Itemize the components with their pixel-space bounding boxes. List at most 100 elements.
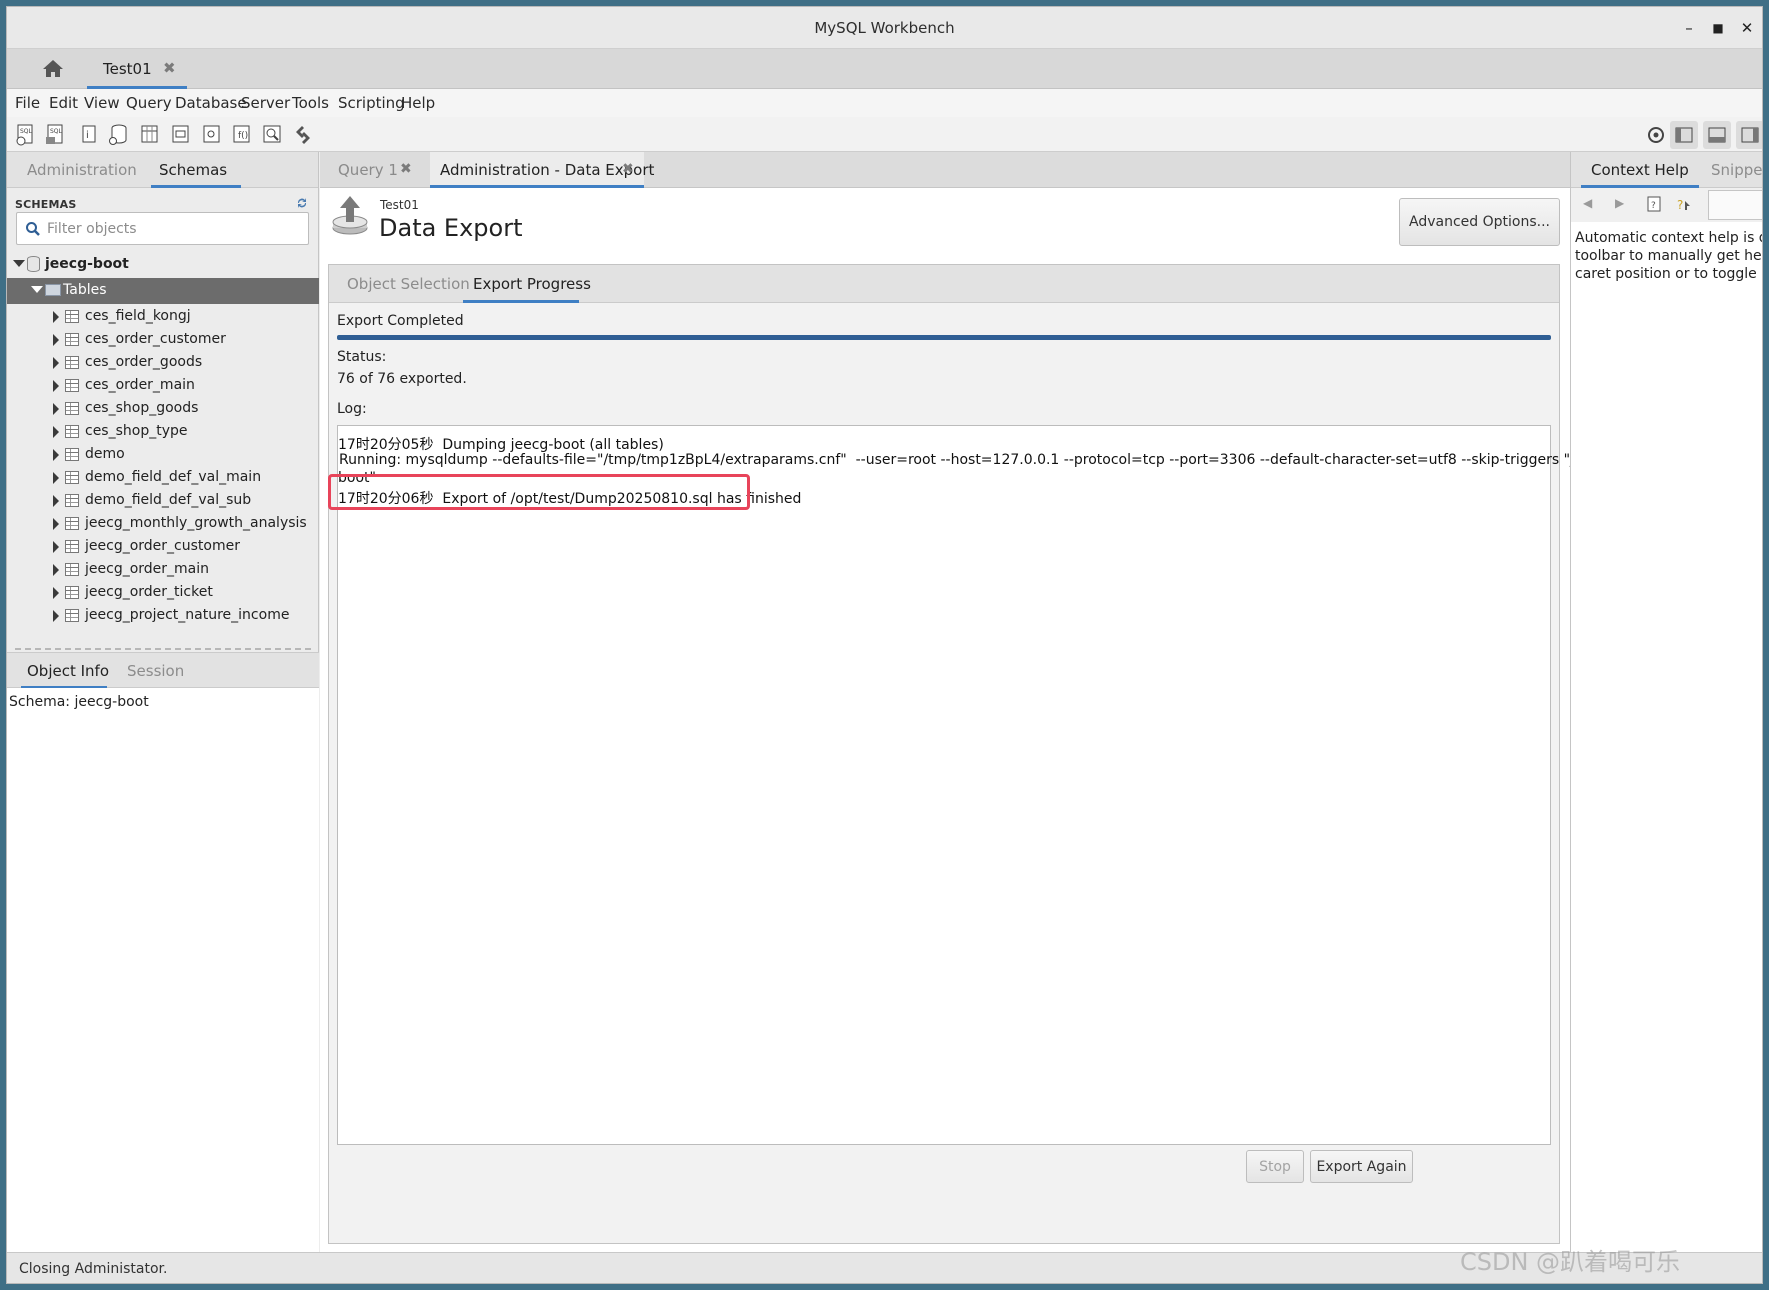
table-icon [65,356,79,369]
tab-snippets[interactable]: Snippets [1711,161,1762,179]
table-name: jeecg_monthly_growth_analysis [85,515,307,531]
expand-arrow-icon[interactable] [53,380,59,392]
expand-arrow-icon[interactable] [53,518,59,530]
menu-tools[interactable]: Tools [292,94,329,112]
table-icon [65,586,79,599]
menu-query[interactable]: Query [126,94,172,112]
svg-text:SQL: SQL [20,128,33,135]
reconnect-icon[interactable] [290,122,316,148]
tab-query-1[interactable]: Query 1 ✖ [320,152,430,188]
inspector-icon[interactable]: i [75,122,101,148]
collapse-arrow-icon[interactable] [13,260,25,267]
menu-edit[interactable]: Edit [49,94,78,112]
menu-scripting[interactable]: Scripting [338,94,405,112]
active-tab-indicator [151,185,241,188]
status-value: 76 of 76 exported. [337,371,467,387]
expand-arrow-icon[interactable] [53,334,59,346]
tables-node[interactable]: Tables [7,278,319,304]
expand-arrow-icon[interactable] [53,564,59,576]
table-icon [65,448,79,461]
forward-arrow-icon[interactable]: ▶ [1615,196,1624,210]
status-label: Status: [337,349,387,365]
create-view-icon[interactable] [167,122,193,148]
search-table-data-icon[interactable] [259,122,285,148]
watermark: CSDN @趴着喝可乐 [1460,1248,1681,1276]
expand-arrow-icon[interactable] [53,426,59,438]
tree-scroll-edge [15,648,311,650]
expand-arrow-icon[interactable] [53,311,59,323]
filter-objects-field[interactable] [16,212,309,245]
expand-arrow-icon[interactable] [53,357,59,369]
tab-data-export[interactable]: Administration - Data Export ✖ [430,152,654,188]
minimize-icon[interactable]: – [1678,17,1700,39]
expand-arrow-icon[interactable] [53,403,59,415]
table-name: ces_field_kongj [85,308,191,324]
menu-database[interactable]: Database [175,94,247,112]
expand-arrow-icon[interactable] [53,495,59,507]
stop-button[interactable]: Stop [1246,1150,1304,1183]
new-sql-tab-icon[interactable]: SQL [13,122,39,148]
tab-context-help[interactable]: Context Help [1591,161,1689,179]
refresh-icon[interactable] [295,196,309,210]
menu-view[interactable]: View [84,94,120,112]
tab-object-info[interactable]: Object Info [27,662,109,680]
create-schema-icon[interactable] [105,122,131,148]
close-tab-icon[interactable]: ✖ [622,161,634,177]
close-icon[interactable]: ✕ [1736,17,1758,39]
toggle-secondary-sidebar-icon[interactable] [1736,121,1762,149]
tab-administration[interactable]: Administration [27,161,137,179]
tab-session[interactable]: Session [127,662,184,680]
log-line: 17时20分05秒 Dumping jeecg-boot (all tables… [338,437,664,453]
tab-object-selection[interactable]: Object Selection [347,275,470,293]
connection-tab-label: Test01 [103,60,152,78]
expand-arrow-icon[interactable] [53,449,59,461]
create-procedure-icon[interactable] [198,122,224,148]
sidebar-tabs: Administration Schemas [7,152,318,188]
database-icon [27,256,40,272]
menu-server[interactable]: Server [241,94,290,112]
manual-help-icon[interactable]: ? [1645,195,1663,213]
connection-tab-test01[interactable]: Test01 ✖ [87,49,187,89]
tab-schemas[interactable]: Schemas [159,161,227,179]
menu-help[interactable]: Help [401,94,435,112]
table-icon [65,517,79,530]
collapse-arrow-icon[interactable] [31,286,43,293]
schema-node[interactable]: jeecg-boot [7,252,319,278]
toggle-output-panel-icon[interactable] [1703,121,1731,149]
toggle-sidebar-icon[interactable] [1670,121,1698,149]
table-icon [65,310,79,323]
create-function-icon[interactable]: f() [228,122,254,148]
table-name: ces_shop_goods [85,400,199,416]
svg-text:i: i [86,130,89,141]
data-export-panel: Test01 Data Export Advanced Options... O… [320,188,1613,1252]
document-tabs: Query 1 ✖ Administration - Data Export ✖ [320,152,1570,188]
advanced-options-button[interactable]: Advanced Options... [1399,198,1560,246]
preferences-icon[interactable] [1642,121,1670,149]
tab-export-progress[interactable]: Export Progress [473,275,591,293]
context-help-panel: Context Help Snippets ◀ ▶ ? ? Automatic … [1570,152,1762,1252]
right-panel-tabs: Context Help Snippets [1571,152,1762,188]
svg-text:SQL: SQL [50,128,63,135]
create-table-icon[interactable] [136,122,162,148]
auto-help-icon[interactable]: ? [1675,195,1693,213]
export-again-button[interactable]: Export Again [1310,1150,1413,1183]
log-label: Log: [337,401,367,417]
expand-arrow-icon[interactable] [53,587,59,599]
maximize-icon[interactable]: ■ [1707,17,1729,39]
table-icon [65,333,79,346]
close-tab-icon[interactable]: ✖ [163,59,176,77]
filter-objects-input[interactable] [47,218,302,240]
log-output[interactable]: 17时20分05秒 Dumping jeecg-boot (all tables… [328,425,1613,1145]
expand-arrow-icon[interactable] [53,541,59,553]
help-topic-dropdown[interactable] [1708,190,1762,220]
tab-query-1-label: Query 1 [338,161,398,179]
table-name: ces_order_main [85,377,195,393]
open-sql-script-icon[interactable]: SQL [43,122,69,148]
expand-arrow-icon[interactable] [53,610,59,622]
table-row[interactable]: jeecg_project_nature_income [7,603,319,629]
menu-file[interactable]: File [15,94,40,112]
home-icon[interactable] [35,55,71,83]
close-tab-icon[interactable]: ✖ [400,161,412,177]
expand-arrow-icon[interactable] [53,472,59,484]
back-arrow-icon[interactable]: ◀ [1583,196,1592,210]
